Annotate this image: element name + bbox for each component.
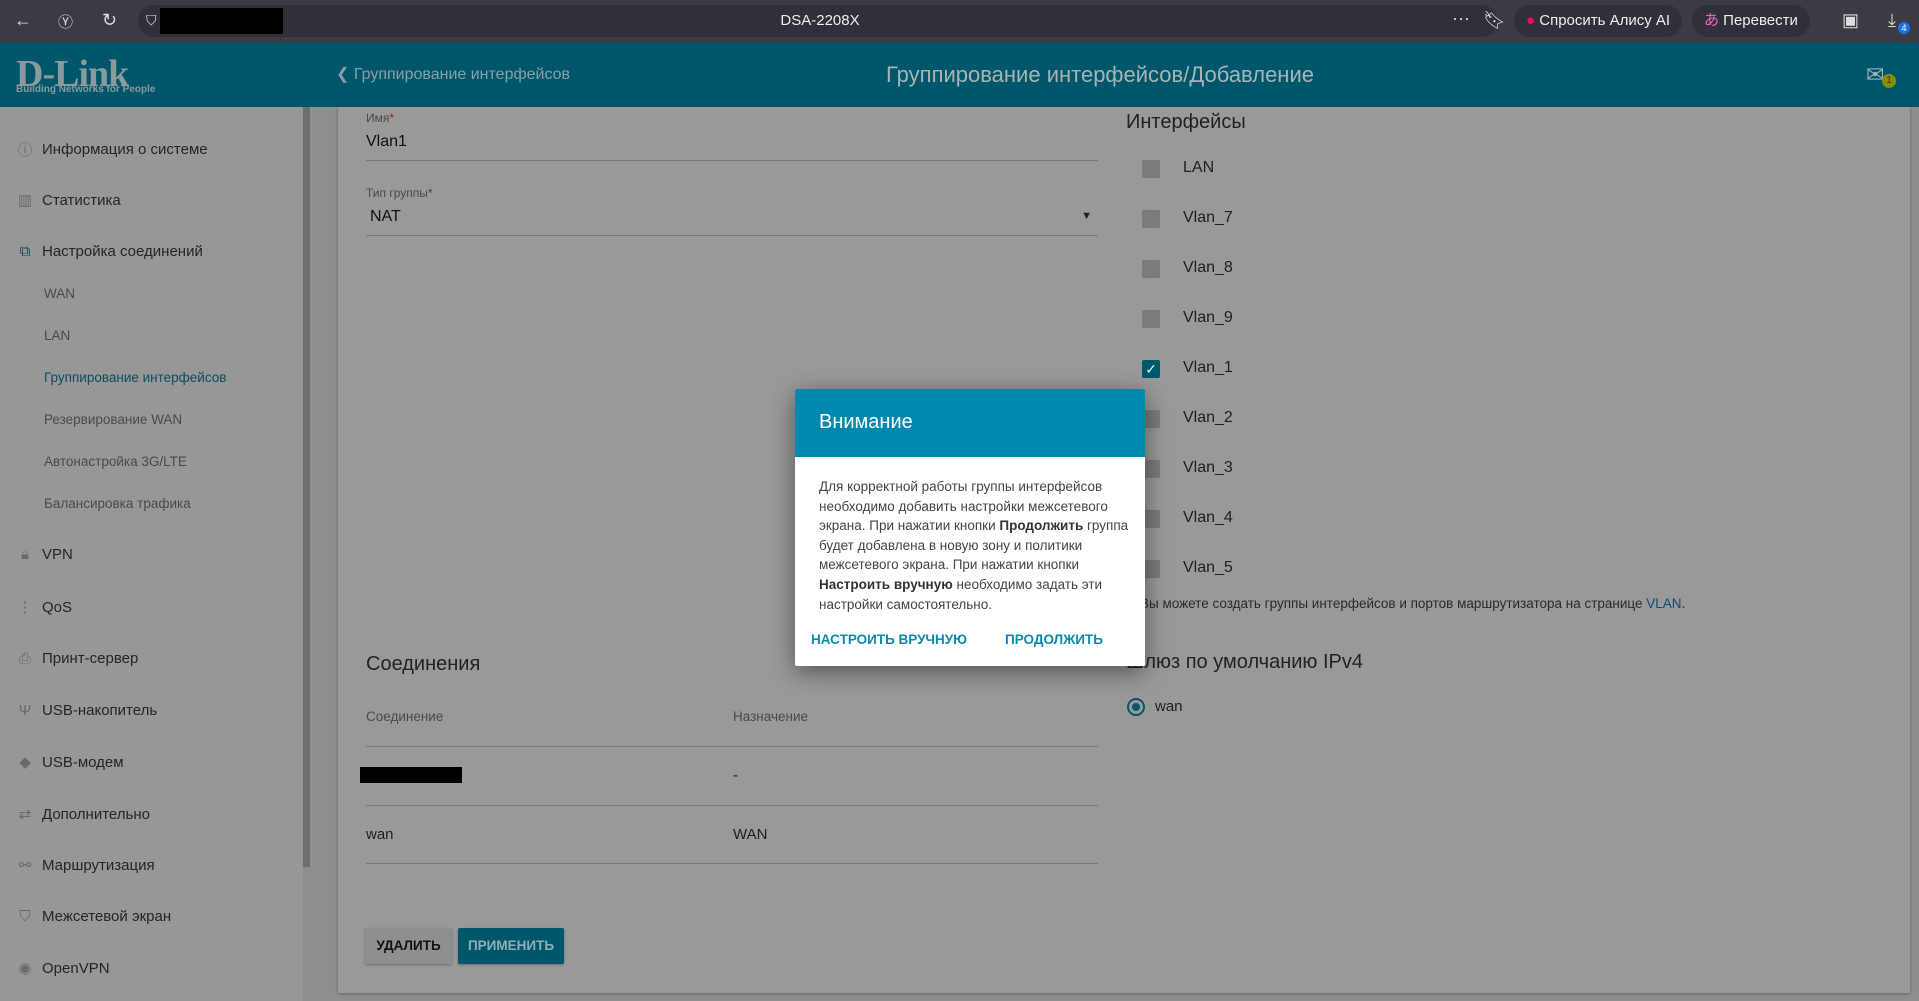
openvpn-icon: ◉ [18,960,32,977]
table-cell[interactable]: wan [366,826,394,843]
back-link[interactable]: ❮ Группирование интерфейсов [336,64,570,84]
apply-button[interactable]: ПРИМЕНИТЬ [458,928,564,964]
chevron-left-icon: ❮ [336,66,354,83]
qos-icon: ⋮ [17,599,33,616]
group-type-label: Тип группы* [366,186,433,200]
check-icon: ✓ [1145,361,1157,377]
interface-label: Vlan_2 [1183,409,1233,426]
divider [366,863,1098,864]
notification-badge: 1 [1882,74,1896,88]
table-cell: WAN [733,826,768,843]
connections-icon: ⧉ [19,243,31,260]
logo-tagline: Building Networks for People [16,84,156,95]
dropdown-arrow-icon: ▼ [1081,210,1092,222]
configure-manually-button[interactable]: НАСТРОИТЬ ВРУЧНУЮ [811,632,967,647]
interfaces-heading: Интерфейсы [1126,111,1246,133]
interface-checkbox[interactable]: ✓ [1142,360,1160,378]
interfaces-info: Вы можете создать группы интерфейсов и п… [1140,596,1686,611]
translate-button[interactable]: あ Перевести [1692,5,1810,37]
dialog-title: Внимание [819,411,913,433]
sidebar-sub-3g-lte[interactable]: Автонастройка 3G/LTE [44,454,187,469]
gateway-radio-label: wan [1155,698,1183,715]
name-underline [366,160,1098,161]
name-label: Имя* [366,111,395,125]
interface-checkbox[interactable] [1142,160,1160,178]
sidebar: ⓘ Информация о системе ▥ Статистика ⧉ Настр… [0,107,303,1001]
sidebar-item-print-server[interactable]: ⎙ Принт-сервер [16,650,138,667]
sidebar-sub-load-balancing[interactable]: Балансировка трафика [44,496,191,511]
divider [366,746,1098,747]
redacted-connection-name [360,767,462,783]
sidebar-item-openvpn[interactable]: ◉ OpenVPN [16,959,109,978]
sidebar-item-usb-storage[interactable]: Ψ USB-накопитель [16,702,157,719]
ask-alice-button[interactable]: ● Спросить Алису AI [1514,5,1683,37]
group-type-select[interactable]: NAT ▼ [366,206,1098,234]
sidebar-item-vpn[interactable]: 🔒︎ VPN [16,546,73,563]
gallery-icon[interactable]: ▣ [1842,10,1859,31]
column-header-connection: Соединение [366,709,444,724]
table-cell: - [733,767,738,784]
routing-icon: ⚯ [18,857,32,874]
browser-toolbar: ← Ⓨ ↻ ⛉ DSA-2208X ··· 🔖︎ ● Спросить Алис… [0,0,1919,43]
downloads-badge: 4 [1898,22,1910,34]
vlan-link[interactable]: VLAN [1646,596,1681,611]
lock-icon: 🔒︎ [21,546,29,563]
name-input[interactable]: Vlan1 [366,133,1098,151]
interface-label: Vlan_3 [1183,459,1233,476]
interface-checkbox[interactable] [1142,210,1160,228]
page-title: DSA-2208X [780,12,860,29]
interface-checkbox[interactable] [1142,310,1160,328]
interface-label: Vlan_4 [1183,509,1233,526]
interface-checkbox[interactable] [1142,260,1160,278]
sidebar-sub-wan-backup[interactable]: Резервирование WAN [44,412,182,427]
sidebar-item-advanced[interactable]: ⇄ Дополнительно [16,805,150,824]
continue-button[interactable]: ПРОДОЛЖИТЬ [1005,632,1103,647]
interface-label: Vlan_1 [1183,359,1233,376]
more-icon[interactable]: ··· [1452,8,1470,29]
shield-icon: ⛉ [19,908,31,925]
sidebar-sub-lan[interactable]: LAN [44,328,70,343]
sidebar-sub-interface-grouping[interactable]: Группирование интерфейсов [44,370,226,385]
warning-dialog: Внимание Для корректной работы группы ин… [795,389,1145,666]
interface-label: Vlan_7 [1183,209,1233,226]
sidebar-item-firewall[interactable]: ⛉ Межсетевой экран [16,908,171,925]
usb-icon: Ψ [18,702,32,719]
bookmark-icon[interactable]: 🔖︎ [1483,10,1506,31]
sidebar-scrollbar[interactable] [303,107,310,867]
delete-button[interactable]: УДАЛИТЬ [365,928,452,964]
interface-label: Vlan_5 [1183,559,1233,576]
column-header-purpose: Назначение [733,709,809,724]
arrows-icon: ⇄ [18,806,32,823]
group-type-underline [366,235,1098,236]
usb-modem-icon: ◆ [19,754,31,771]
sidebar-item-connections[interactable]: ⧉ Настройка соединений [16,243,203,260]
sidebar-item-statistics[interactable]: ▥ Статистика [16,191,121,210]
download-icon[interactable]: ⤓ [1888,10,1896,31]
printer-icon: ⎙ [18,650,31,667]
translate-icon: あ [1704,12,1724,29]
header-title: Группирование интерфейсов/Добавление [885,62,1314,87]
divider [366,805,1098,806]
sidebar-item-system-info[interactable]: ⓘ Информация о системе [16,139,207,160]
gateway-heading: Шлюз по умолчанию IPv4 [1126,651,1364,673]
interface-label: Vlan_8 [1183,259,1233,276]
chart-icon: ▥ [17,192,33,209]
gateway-radio-wan[interactable] [1127,698,1145,716]
sidebar-item-routing[interactable]: ⚯ Маршрутизация [16,856,155,875]
info-icon: ⓘ [17,142,33,159]
sidebar-item-qos[interactable]: ⋮ QoS [16,598,73,617]
connections-heading: Соединения [366,653,481,675]
interface-label: Vlan_9 [1183,309,1233,326]
interface-label: LAN [1183,159,1215,176]
dialog-message: Для корректной работы группы интерфейсов… [819,479,1129,612]
sidebar-item-usb-modem[interactable]: ◆ USB-модем [16,753,123,772]
alice-icon: ● [1526,12,1540,29]
sidebar-sub-wan[interactable]: WAN [44,286,75,301]
mail-icon[interactable]: ✉ [1866,62,1884,88]
